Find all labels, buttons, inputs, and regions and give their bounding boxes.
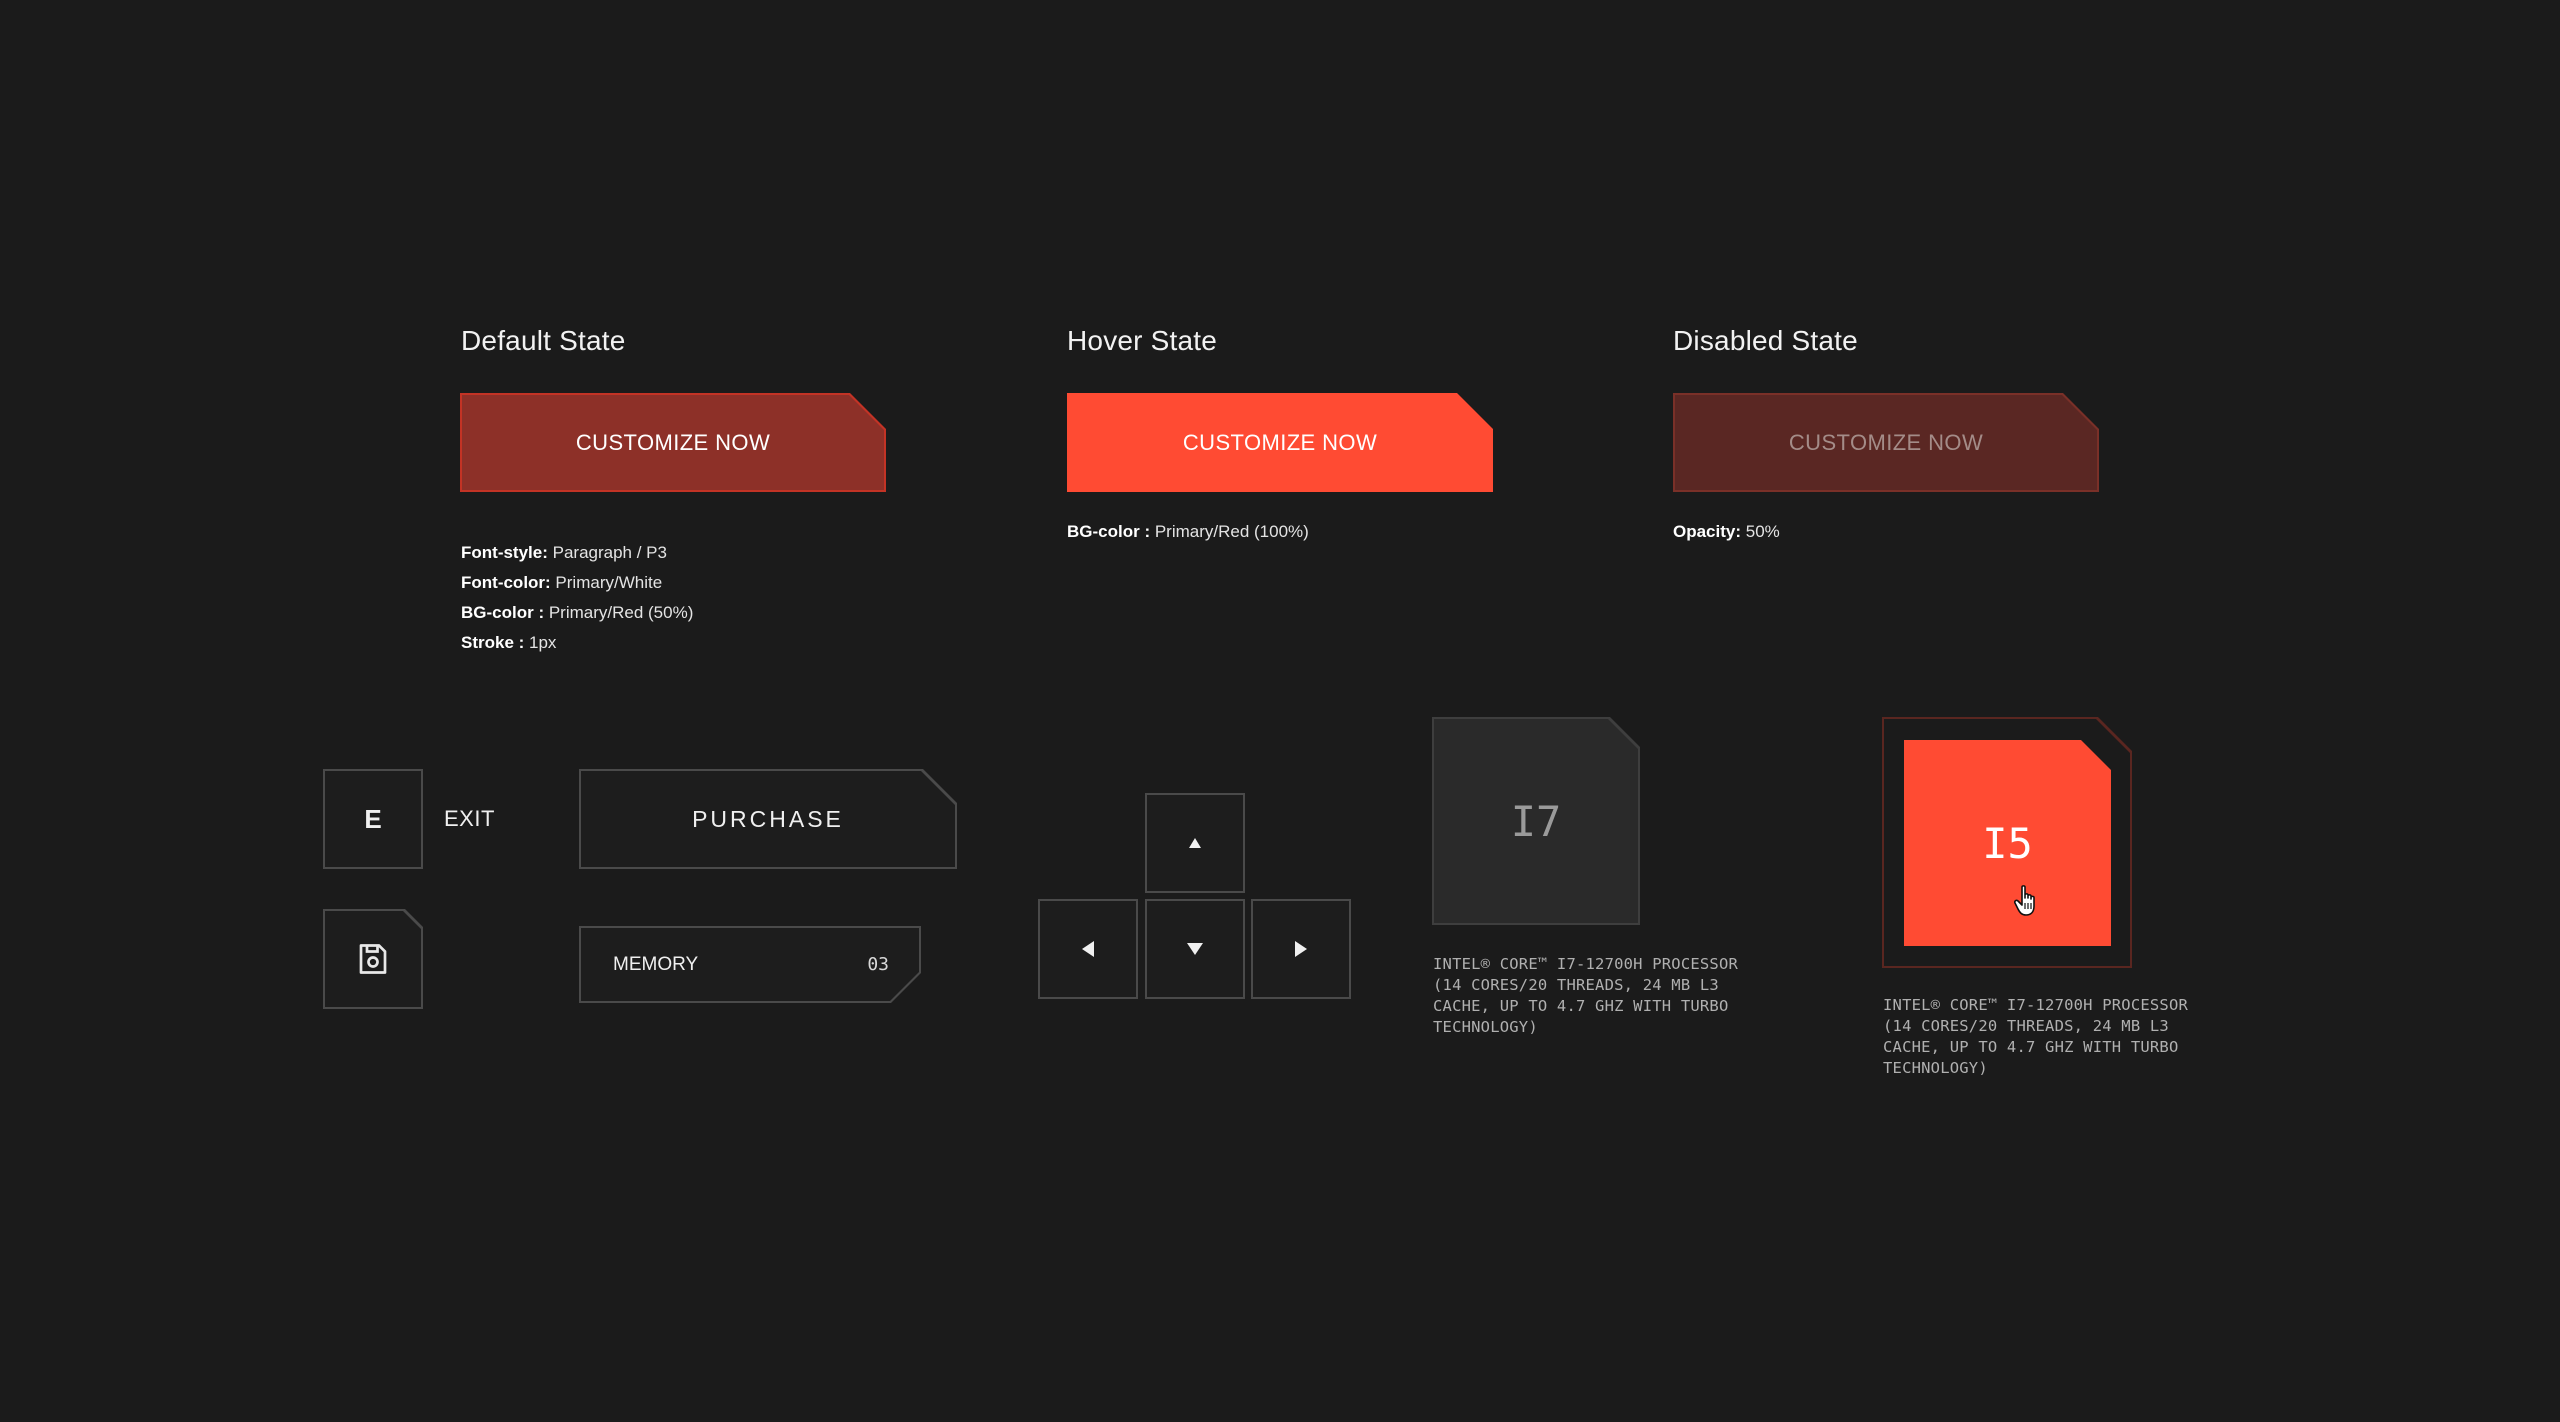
arrow-left-icon (1082, 941, 1094, 957)
arrow-down-icon (1187, 943, 1203, 955)
save-button[interactable] (323, 909, 423, 1009)
default-state-title: Default State (461, 325, 626, 356)
arrow-up-icon (1189, 838, 1201, 848)
arrow-right-icon (1295, 941, 1307, 957)
key-e-label: E (364, 803, 382, 834)
disabled-state-specs: Opacity: 50% (1673, 517, 1780, 547)
memory-label: MEMORY (613, 953, 699, 975)
default-state-specs: Font-style: Paragraph / P3 Font-color: P… (461, 538, 693, 658)
hover-state-specs: BG-color : Primary/Red (100%) (1067, 517, 1309, 547)
memory-selector[interactable]: MEMORY 03 (579, 926, 921, 1003)
customize-now-button-disabled: CUSTOMIZE NOW (1673, 393, 2099, 492)
button-label: CUSTOMIZE NOW (1182, 429, 1378, 455)
customize-now-button-hover[interactable]: CUSTOMIZE NOW (1067, 393, 1493, 492)
spec-row: Opacity: 50% (1673, 522, 1780, 541)
purchase-label: PURCHASE (692, 805, 844, 832)
arrow-left-button[interactable] (1038, 899, 1138, 999)
spec-row: Font-color: Primary/White (461, 573, 663, 592)
hover-state-title: Hover State (1067, 325, 1218, 356)
spec-row: BG-color : Primary/Red (50%) (461, 603, 694, 622)
arrow-right-button[interactable] (1251, 899, 1351, 999)
save-icon (355, 941, 391, 977)
cpu-label: I5 (1982, 818, 2033, 868)
memory-value: 03 (867, 954, 889, 975)
arrow-up-button[interactable] (1145, 793, 1245, 893)
cpu-label: I7 (1510, 796, 1562, 846)
purchase-button[interactable]: PURCHASE (579, 769, 957, 869)
cpu-description-i5: INTEL® CORE™ I7-12700H PROCESSOR (14 COR… (1883, 996, 2189, 1077)
spec-row: Stroke : 1px (461, 633, 557, 652)
exit-label: EXIT (444, 806, 495, 831)
cpu-option-i7[interactable]: I7 (1432, 717, 1640, 925)
disabled-state-title: Disabled State (1673, 325, 1858, 356)
button-label: CUSTOMIZE NOW (1788, 429, 1984, 455)
cpu-description-i7: INTEL® CORE™ I7-12700H PROCESSOR (14 COR… (1433, 955, 1739, 1036)
arrow-down-button[interactable] (1145, 899, 1245, 999)
hand-cursor-icon (2014, 885, 2035, 916)
customize-now-button-default[interactable]: CUSTOMIZE NOW (460, 393, 886, 492)
button-label: CUSTOMIZE NOW (575, 429, 771, 455)
exit-key-button[interactable]: E (323, 769, 423, 869)
cpu-option-i5-tile[interactable]: I5 (1904, 740, 2111, 946)
spec-row: BG-color : Primary/Red (100%) (1067, 522, 1309, 541)
spec-row: Font-style: Paragraph / P3 (461, 543, 667, 562)
